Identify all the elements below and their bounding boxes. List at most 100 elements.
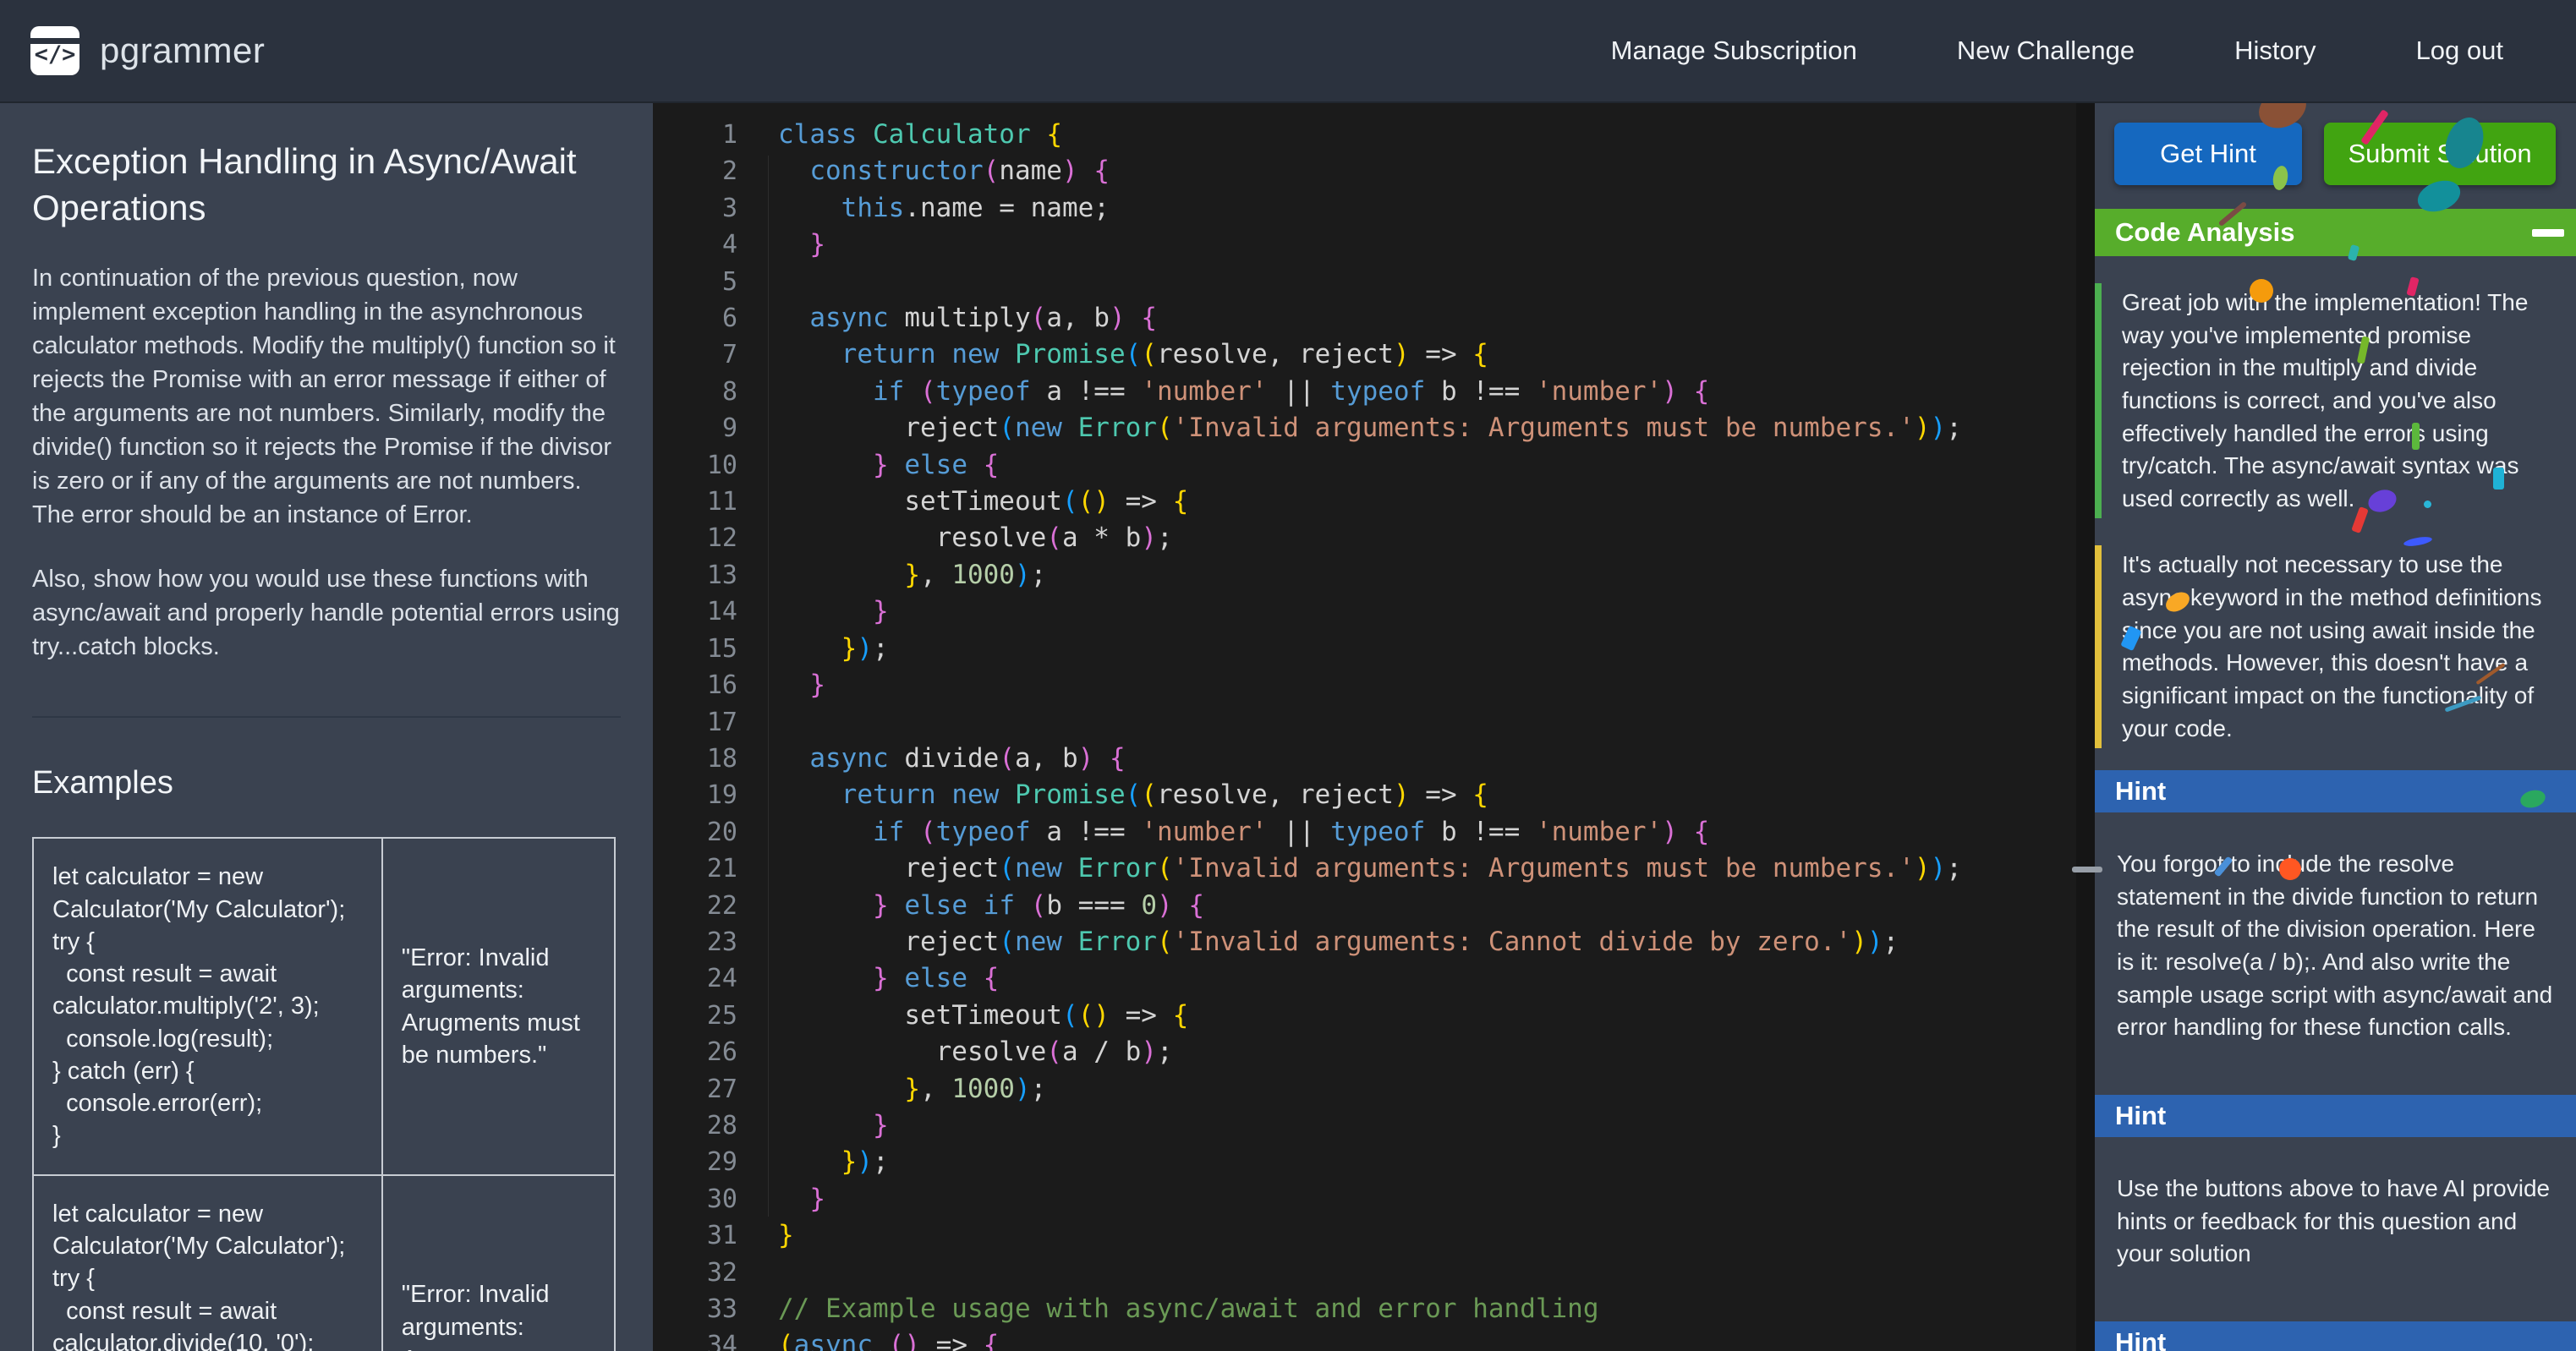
line-number: 1 [653,117,737,153]
code-line[interactable]: 6 async multiply(a, b) { [653,300,2076,336]
code-line[interactable]: 22 } else if (b === 0) { [653,888,2076,924]
line-number: 3 [653,190,737,227]
hint-body: You forgot to include the resolve statem… [2095,812,2576,1073]
nav-link-manage-subscription[interactable]: Manage Subscription [1611,36,1857,66]
line-number: 26 [653,1034,737,1070]
hint-body: Use the buttons above to have AI provide… [2095,1137,2576,1299]
code-line[interactable]: 5 [653,264,2076,300]
nav-links: Manage Subscription New Challenge History L… [1611,36,2503,66]
nav-link-log-out[interactable]: Log out [2416,36,2503,66]
code-line[interactable]: 8 if (typeof a !== 'number' || typeof b … [653,374,2076,410]
line-number: 7 [653,336,737,373]
example-row: let calculator = new Calculator('My Calc… [33,1175,615,1351]
code-line[interactable]: 2 constructor(name) { [653,153,2076,189]
nav-link-new-challenge[interactable]: New Challenge [1957,36,2135,66]
line-number: 11 [653,484,737,520]
code-line[interactable]: 16 } [653,667,2076,703]
code-line[interactable]: 15 }); [653,631,2076,667]
brand-logo[interactable]: </> [30,26,79,75]
line-number: 32 [653,1255,737,1291]
main-content: Exception Handling in Async/Await Operat… [0,103,2576,1351]
code-line[interactable]: 18 async divide(a, b) { [653,741,2076,777]
ai-panel: Get Hint Submit Solution Code Analysis G… [2095,103,2576,1351]
action-buttons: Get Hint Submit Solution [2095,103,2576,185]
code-line[interactable]: 3 this.name = name; [653,190,2076,227]
get-hint-button[interactable]: Get Hint [2114,123,2302,185]
code-line[interactable]: 1class Calculator { [653,117,2076,153]
code-line[interactable]: 13 }, 1000); [653,557,2076,593]
line-number: 15 [653,631,737,667]
line-number: 30 [653,1181,737,1217]
line-number: 22 [653,888,737,924]
editor-scrollbar-track[interactable] [2076,103,2095,1351]
problem-description: In continuation of the previous question… [32,261,621,532]
example-code-cell: let calculator = new Calculator('My Calc… [33,1175,382,1351]
code-line[interactable]: 28 } [653,1108,2076,1144]
line-number: 5 [653,264,737,300]
collapse-minus-icon[interactable] [2532,229,2564,237]
line-number: 6 [653,300,737,336]
line-number: 34 [653,1327,737,1351]
line-number: 16 [653,667,737,703]
line-number: 10 [653,447,737,484]
code-line[interactable]: 9 reject(new Error('Invalid arguments: A… [653,410,2076,446]
code-line[interactable]: 14 } [653,593,2076,630]
code-line[interactable]: 12 resolve(a * b); [653,520,2076,556]
code-line[interactable]: 21 reject(new Error('Invalid arguments: … [653,851,2076,887]
line-number: 24 [653,960,737,997]
line-number: 9 [653,410,737,446]
line-number: 20 [653,814,737,851]
code-line[interactable]: 32 [653,1255,2076,1291]
logo-window-bar [30,38,79,44]
problem-panel: Exception Handling in Async/Await Operat… [0,103,653,1351]
code-line[interactable]: 4 } [653,227,2076,263]
divider [32,716,621,718]
code-line[interactable]: 24 } else { [653,960,2076,997]
code-line[interactable]: 34(async () => { [653,1327,2076,1351]
line-number: 17 [653,704,737,741]
line-number: 18 [653,741,737,777]
code-editor[interactable]: 1class Calculator {2 constructor(name) {… [653,103,2076,1351]
examples-table: let calculator = new Calculator('My Calc… [32,837,616,1351]
line-number: 33 [653,1291,737,1327]
hint-header[interactable]: Hint [2095,1321,2576,1351]
analysis-feedback-block: It's actually not necessary to use the a… [2095,545,2576,748]
code-line[interactable]: 29 }); [653,1144,2076,1180]
hint-header[interactable]: Hint [2095,1095,2576,1137]
analysis-feedback-block: Great job with the implementation! The w… [2095,283,2576,518]
line-number: 8 [653,374,737,410]
code-line[interactable]: 25 setTimeout(() => { [653,998,2076,1034]
line-number: 13 [653,557,737,593]
submit-solution-button[interactable]: Submit Solution [2324,123,2556,185]
code-line[interactable]: 10 } else { [653,447,2076,484]
line-number: 19 [653,777,737,813]
hint-header[interactable]: Hint [2095,770,2576,812]
navbar: </> pgrammer Manage Subscription New Chal… [0,0,2576,103]
example-code-cell: let calculator = new Calculator('My Calc… [33,838,382,1174]
code-line[interactable]: 30 } [653,1181,2076,1217]
line-number: 31 [653,1217,737,1254]
line-number: 12 [653,520,737,556]
code-line[interactable]: 31} [653,1217,2076,1254]
examples-heading: Examples [32,765,621,801]
code-line[interactable]: 33// Example usage with async/await and … [653,1291,2076,1327]
code-line[interactable]: 7 return new Promise((resolve, reject) =… [653,336,2076,373]
code-line[interactable]: 27 }, 1000); [653,1071,2076,1108]
code-line[interactable]: 17 [653,704,2076,741]
code-line[interactable]: 19 return new Promise((resolve, reject) … [653,777,2076,813]
nav-link-history[interactable]: History [2234,36,2316,66]
code-line[interactable]: 20 if (typeof a !== 'number' || typeof b… [653,814,2076,851]
indent-guide [768,156,769,1217]
line-number: 14 [653,593,737,630]
panel-splitter-handle[interactable] [2072,867,2102,872]
code-analysis-header[interactable]: Code Analysis [2095,209,2576,256]
code-line[interactable]: 23 reject(new Error('Invalid arguments: … [653,924,2076,960]
example-row: let calculator = new Calculator('My Calc… [33,838,615,1174]
example-output-cell: "Error: Invalid arguments: Arugments mus… [382,838,615,1174]
code-analysis-title: Code Analysis [2115,217,2294,248]
line-number: 2 [653,153,737,189]
code-line[interactable]: 26 resolve(a / b); [653,1034,2076,1070]
line-number: 25 [653,998,737,1034]
code-line[interactable]: 11 setTimeout(() => { [653,484,2076,520]
brand-name: pgrammer [100,30,265,71]
